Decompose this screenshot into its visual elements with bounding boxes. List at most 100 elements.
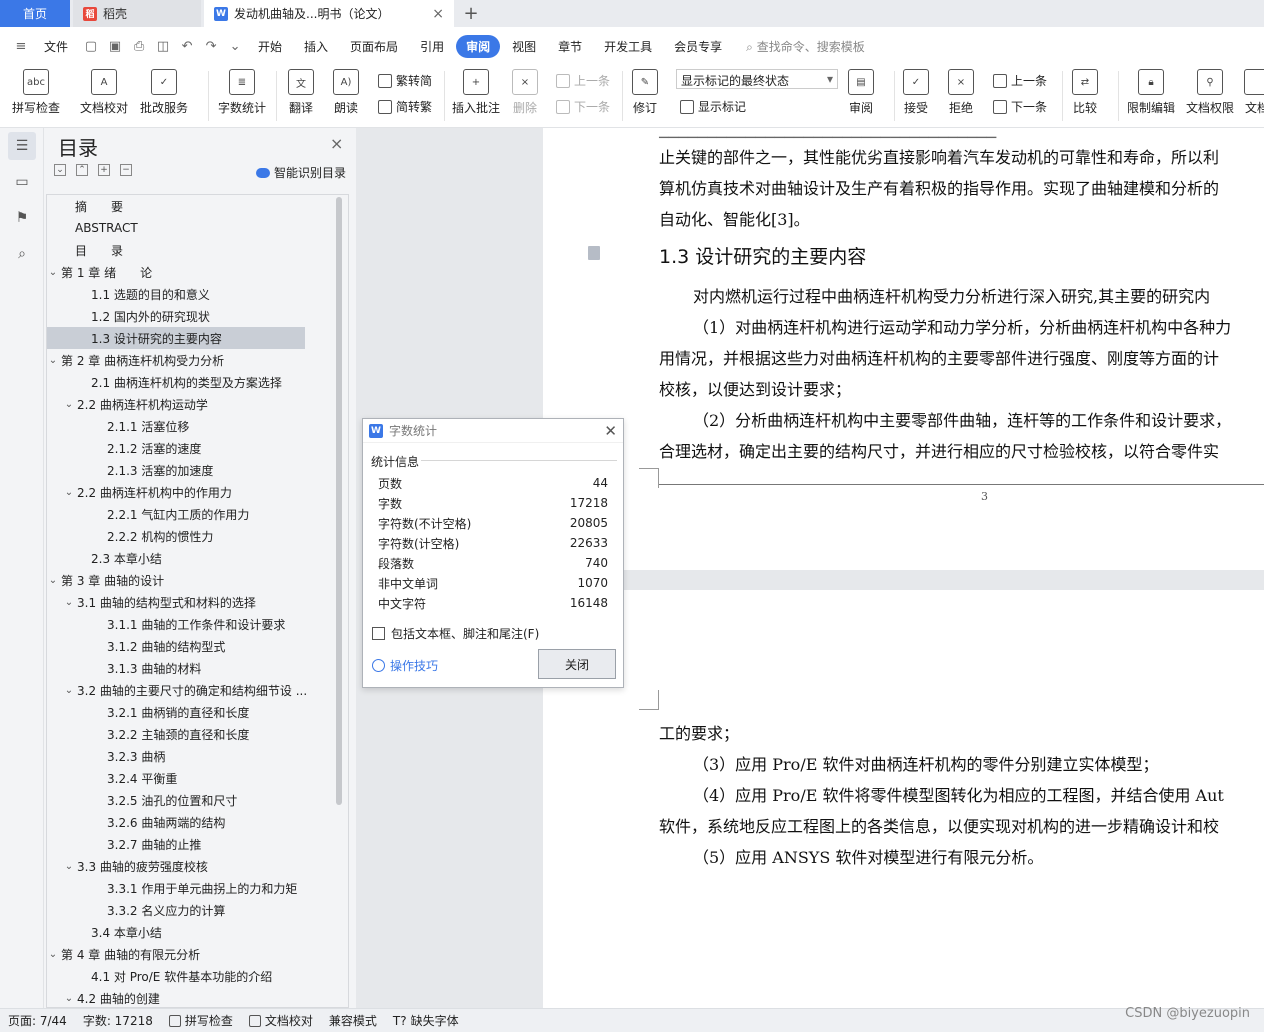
toc-item[interactable]: 2.2.2 机构的惯性力	[47, 525, 348, 547]
tab-document[interactable]: W 发动机曲轴及...明书（论文） ×	[204, 0, 454, 27]
menu-devtools[interactable]: 开发工具	[594, 35, 662, 58]
tips-link[interactable]: 操作技巧	[372, 657, 438, 674]
prev-comment-button[interactable]: 上一条	[556, 72, 610, 89]
toc-item[interactable]: 3.3.2 名义应力的计算	[47, 899, 348, 921]
show-markup-button[interactable]: 显示标记	[680, 98, 746, 115]
chapter-nav-icon[interactable]: ▭	[8, 168, 36, 196]
chevron-down-icon[interactable]: ⌄	[63, 597, 75, 608]
compat-mode[interactable]: 兼容模式	[321, 1012, 385, 1029]
next-change-button[interactable]: 下一条	[993, 98, 1047, 115]
chevron-down-icon[interactable]: ⌄	[224, 39, 246, 54]
review-pane-button[interactable]: ▤ 审阅	[848, 69, 874, 116]
include-textbox-checkbox[interactable]: 包括文本框、脚注和尾注(F)	[372, 625, 539, 642]
toc-item[interactable]: ⌄ 3.3 曲轴的疲劳强度校核	[47, 855, 348, 877]
close-icon[interactable]: ✕	[604, 422, 617, 440]
menu-reference[interactable]: 引用	[410, 35, 454, 58]
toc-item[interactable]: 2.2.1 气缸内工质的作用力	[47, 503, 348, 525]
toc-item[interactable]: ⌄ 第 4 章 曲轴的有限元分析	[47, 943, 348, 965]
toc-item[interactable]: ⌄ 2.2 曲柄连杆机构运动学	[47, 393, 348, 415]
toc-panel-icon[interactable]: ☰	[8, 132, 36, 160]
undo-icon[interactable]: ↶	[176, 39, 198, 54]
toc-item[interactable]: ⌄ 第 2 章 曲柄连杆机构受力分析	[47, 349, 348, 371]
toc-item[interactable]: 3.2.6 曲轴两端的结构	[47, 811, 348, 833]
toc-item[interactable]: 3.1.3 曲轴的材料	[47, 657, 348, 679]
toc-item[interactable]: 3.2.3 曲柄	[47, 745, 348, 767]
missing-font[interactable]: T? 缺失字体	[385, 1012, 467, 1029]
menu-member[interactable]: 会员专享	[664, 35, 732, 58]
preview-icon[interactable]: ◫	[152, 39, 174, 54]
toc-item[interactable]: ⌄ 2.2 曲柄连杆机构中的作用力	[47, 481, 348, 503]
toc-item[interactable]: 3.3.1 作用于单元曲拐上的力和力矩	[47, 877, 348, 899]
search-icon[interactable]: ⌕	[8, 240, 36, 268]
menu-layout[interactable]: 页面布局	[340, 35, 408, 58]
compare-button[interactable]: ⇄ 比较	[1072, 69, 1098, 116]
translate-button[interactable]: 文翻译	[288, 69, 314, 116]
remove-heading-icon[interactable]: −	[120, 164, 132, 176]
toc-item[interactable]: 3.2.5 油孔的位置和尺寸	[47, 789, 348, 811]
dialog-titlebar[interactable]: W 字数统计 ✕	[363, 419, 623, 443]
toc-item[interactable]: 3.1.1 曲轴的工作条件和设计要求	[47, 613, 348, 635]
toc-item[interactable]: ⌄ 3.2 曲轴的主要尺寸的确定和结构细节设 ...	[47, 679, 348, 701]
status-proofread[interactable]: 文档校对	[241, 1012, 321, 1029]
doc-permission-button[interactable]: ⚲ 文档权限	[1186, 69, 1234, 116]
toc-item[interactable]: 3.1.2 曲轴的结构型式	[47, 635, 348, 657]
toc-item[interactable]: 2.1.3 活塞的加速度	[47, 459, 348, 481]
menu-review[interactable]: 审阅	[456, 34, 501, 58]
export-icon[interactable]: ▣	[104, 39, 126, 54]
toc-item[interactable]: 3.4 本章小结	[47, 921, 348, 943]
restrict-editing-button[interactable]: 🔒︎ 限制编辑	[1127, 69, 1175, 116]
close-icon[interactable]: ×	[330, 134, 343, 153]
new-tab-button[interactable]: +	[454, 0, 488, 27]
chevron-down-icon[interactable]: ⌄	[63, 861, 75, 872]
toc-item[interactable]: 2.1 曲柄连杆机构的类型及方案选择	[47, 371, 348, 393]
toc-item[interactable]: 1.3 设计研究的主要内容	[47, 327, 305, 349]
chevron-down-icon[interactable]: ⌄	[47, 267, 59, 278]
status-spell-check[interactable]: 拼写检查	[161, 1012, 241, 1029]
reject-button[interactable]: × 拒绝	[948, 69, 974, 116]
toc-item[interactable]: 2.3 本章小结	[47, 547, 348, 569]
toc-item[interactable]: 3.2.2 主轴颈的直径和长度	[47, 723, 348, 745]
toc-item[interactable]: 1.2 国内外的研究现状	[47, 305, 348, 327]
collapse-all-icon[interactable]: ⌄	[54, 164, 66, 176]
menu-chapter[interactable]: 章节	[548, 35, 592, 58]
redo-icon[interactable]: ↷	[200, 39, 222, 54]
toc-item[interactable]: 摘 要	[47, 195, 348, 217]
spell-check-button[interactable]: abc 拼写检查	[12, 69, 60, 116]
doc-more-button[interactable]: 文档	[1244, 69, 1264, 116]
checkbox-box[interactable]	[372, 627, 385, 640]
toc-item[interactable]: ⌄ 4.2 曲轴的创建	[47, 987, 348, 1007]
hamburger-icon[interactable]: ≡	[10, 39, 32, 54]
toc-item[interactable]: 3.2.1 曲柄销的直径和长度	[47, 701, 348, 723]
proofread-button[interactable]: A 文档校对	[80, 69, 128, 116]
tab-daoke[interactable]: 稻 稻壳	[73, 0, 201, 27]
page-indicator[interactable]: 页面: 7/44	[0, 1012, 75, 1029]
menu-start[interactable]: 开始	[248, 35, 292, 58]
menu-view[interactable]: 视图	[502, 35, 546, 58]
chevron-down-icon[interactable]: ⌄	[63, 685, 75, 696]
track-changes-button[interactable]: ✎ 修订	[632, 69, 658, 116]
chevron-down-icon[interactable]: ⌄	[47, 949, 59, 960]
annotate-service-button[interactable]: ✓ 批改服务	[140, 69, 188, 116]
toc-item[interactable]: ⌄ 第 3 章 曲轴的设计	[47, 569, 348, 591]
save-icon[interactable]: ▢	[80, 39, 102, 54]
toc-item[interactable]: 3.2.7 曲轴的止推	[47, 833, 348, 855]
toc-item[interactable]: 3.2.4 平衡重	[47, 767, 348, 789]
toc-scrollbar[interactable]	[336, 197, 342, 805]
toc-item[interactable]: ⌄ 第 1 章 绪 论	[47, 261, 348, 283]
menu-insert[interactable]: 插入	[294, 35, 338, 58]
prev-change-button[interactable]: 上一条	[993, 72, 1047, 89]
insert-comment-button[interactable]: + 插入批注	[452, 69, 500, 116]
word-count-indicator[interactable]: 字数: 17218	[75, 1012, 161, 1029]
paragraph-handle-icon[interactable]	[588, 246, 600, 260]
toc-item[interactable]: 目 录	[47, 239, 348, 261]
simp-to-trad-button[interactable]: 简转繁	[378, 98, 432, 115]
toc-item[interactable]: 2.1.2 活塞的速度	[47, 437, 348, 459]
accept-button[interactable]: ✓ 接受	[903, 69, 929, 116]
command-search[interactable]: ⌕ 查找命令、搜索模板	[746, 38, 865, 55]
toc-item[interactable]: ABSTRACT	[47, 217, 348, 239]
chevron-down-icon[interactable]: ⌄	[47, 355, 59, 366]
add-heading-icon[interactable]: +	[98, 164, 110, 176]
delete-comment-button[interactable]: × 删除	[512, 69, 538, 116]
toc-item[interactable]: ⌄ 3.1 曲轴的结构型式和材料的选择	[47, 591, 348, 613]
tab-home[interactable]: 首页	[0, 0, 70, 27]
